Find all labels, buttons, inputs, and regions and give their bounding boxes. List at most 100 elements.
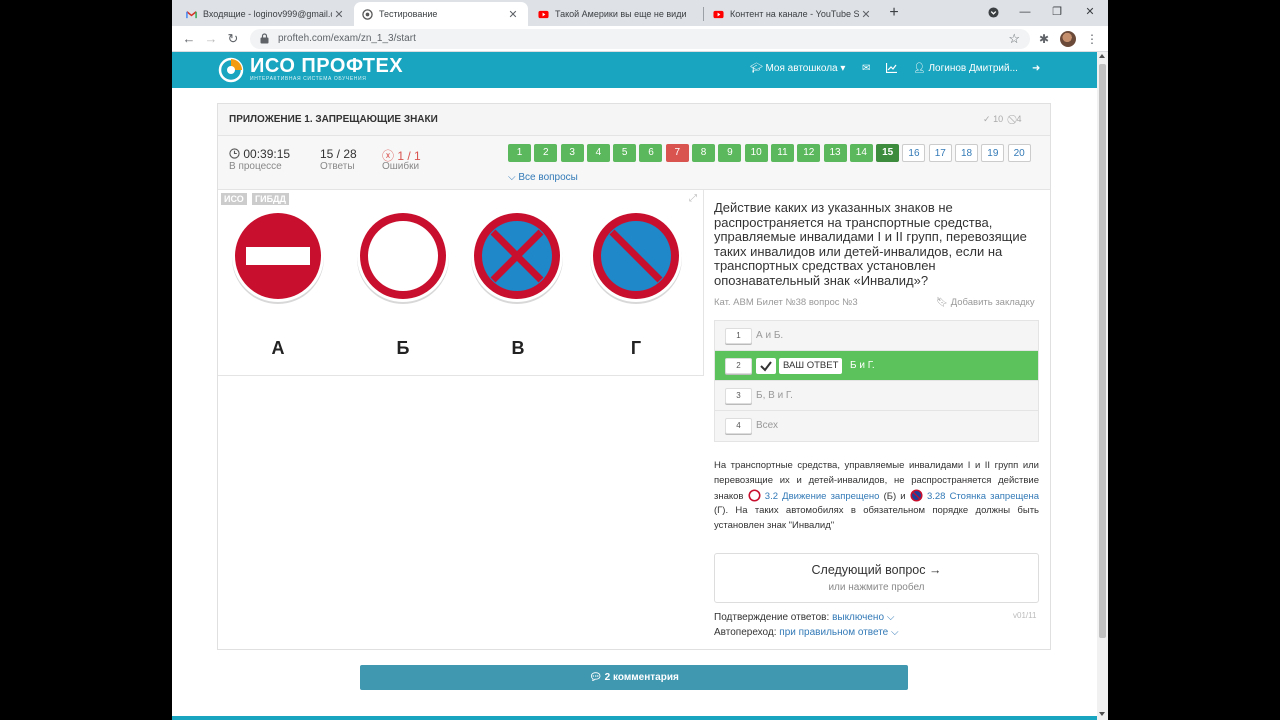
question-nav-3[interactable]: 3 xyxy=(560,144,584,162)
reload-icon[interactable]: ↻ xyxy=(224,30,242,48)
all-questions-label: Все вопросы xyxy=(518,172,578,183)
no-stopping-sign-icon xyxy=(471,210,563,304)
link-sign-3-28[interactable]: 3.28 Стоянка запрещена xyxy=(927,491,1039,502)
add-bookmark-link[interactable]: 🔖︎ Добавить закладку xyxy=(936,297,1035,308)
chevron-down-icon: ⌵ xyxy=(508,172,516,183)
youtube-icon xyxy=(713,10,724,18)
logout-icon[interactable]: ➜ xyxy=(1032,63,1040,74)
tab-testing[interactable]: Тестирование ✕ xyxy=(354,2,528,26)
extensions-icon[interactable]: ✱ xyxy=(1036,31,1052,47)
tab-label: Входящие - loginov999@gmail.c xyxy=(203,9,332,19)
question-nav-2[interactable]: 2 xyxy=(534,144,558,162)
auto-advance-setting: Автопереход: при правильном ответе ⌵ xyxy=(714,627,899,638)
question-nav-17[interactable]: 17 xyxy=(928,144,952,162)
question-nav-5[interactable]: 5 xyxy=(613,144,637,162)
question-nav-16[interactable]: 16 xyxy=(902,144,926,162)
logo-icon xyxy=(218,57,244,82)
header-correct-count: ✓ 10 xyxy=(983,114,1003,125)
scroll-up-arrow[interactable] xyxy=(1099,54,1105,58)
question-nav-12[interactable]: 12 xyxy=(797,144,821,162)
nav-my-school[interactable]: 🎓︎ Моя автошкола ▾ xyxy=(750,63,845,74)
answers-count: 15 / 28 xyxy=(320,147,357,161)
your-answer-badge: ВАШ ОТВЕТ xyxy=(779,358,843,374)
answer-option-selected[interactable]: 2 ВАШ ОТВЕТ Б и Г. xyxy=(715,351,1038,381)
comments-label: 2 комментария xyxy=(604,672,679,683)
back-arrow-icon[interactable]: ← xyxy=(180,30,198,48)
nav-my-school-label: Моя автошкола xyxy=(765,63,838,74)
exam-panel: ПРИЛОЖЕНИЕ 1. ЗАПРЕЩАЮЩИЕ ЗНАКИ ✓ 10 ⃠ 4… xyxy=(217,103,1051,650)
answer-number: 2 xyxy=(725,358,752,374)
question-image: ИСО ГИБДД ⤢ А Б В Г xyxy=(218,190,704,376)
question-nav-10[interactable]: 10 xyxy=(744,144,768,162)
minimize-icon[interactable]: — xyxy=(1010,3,1040,21)
gmail-icon xyxy=(186,10,197,18)
stats-chart-icon[interactable] xyxy=(885,63,897,76)
url-field[interactable]: profteh.com/exam/zn_1_3/start ☆ xyxy=(250,29,1030,49)
timer-label: В процессе xyxy=(229,161,282,172)
tab-gmail[interactable]: Входящие - loginov999@gmail.c ✕ xyxy=(178,2,354,26)
new-tab-button[interactable]: + xyxy=(884,3,904,23)
link-sign-3-2[interactable]: 3.2 Движение запрещено xyxy=(765,491,880,502)
chevron-down-icon: ⌵ xyxy=(891,627,899,638)
question-nav-4[interactable]: 4 xyxy=(586,144,610,162)
answer-option[interactable]: 4 Всех xyxy=(715,411,1038,441)
badge-iso: ИСО xyxy=(221,193,247,205)
question-nav-11[interactable]: 11 xyxy=(770,144,794,162)
tab-youtube-studio[interactable]: Контент на канале - YouTube St ✕ xyxy=(705,2,881,26)
lock-icon xyxy=(260,33,269,44)
scroll-down-arrow[interactable] xyxy=(1099,712,1105,716)
vertical-scrollbar[interactable] xyxy=(1097,52,1108,720)
auto-advance-value: при правильном ответе xyxy=(779,627,889,638)
answers-label: Ответы xyxy=(320,161,355,172)
auto-advance-toggle[interactable]: при правильном ответе ⌵ xyxy=(779,627,898,638)
comments-button[interactable]: 💬︎ 2 комментария xyxy=(360,665,908,690)
mail-icon[interactable]: ✉ xyxy=(862,63,870,74)
expand-icon[interactable]: ⤢ xyxy=(687,193,699,205)
scroll-thumb[interactable] xyxy=(1099,64,1106,638)
close-icon[interactable]: ✕ xyxy=(332,8,346,21)
question-nav-9[interactable]: 9 xyxy=(718,144,742,162)
answer-option[interactable]: 1 А и Б. xyxy=(715,321,1038,351)
profteh-icon xyxy=(362,8,373,20)
tab-youtube-video[interactable]: Такой Америки вы еще не види xyxy=(530,2,702,26)
address-bar: ← → ↻ profteh.com/exam/zn_1_3/start ☆ ✱ … xyxy=(172,26,1108,52)
logo-title: ИСО ПРОФТЕХ xyxy=(250,55,404,77)
next-question-button[interactable]: Следующий вопрос → или нажмите пробел xyxy=(714,553,1039,603)
no-entry-sign-icon xyxy=(232,210,324,304)
close-window-icon[interactable]: ✕ xyxy=(1075,3,1105,21)
no-vehicles-sign-icon xyxy=(357,210,449,304)
answer-option[interactable]: 3 Б, В и Г. xyxy=(715,381,1038,411)
menu-dots-icon[interactable]: ⋮ xyxy=(1084,31,1100,47)
answer-text: Б, В и Г. xyxy=(756,390,793,401)
question-nav-7[interactable]: 7 xyxy=(665,144,689,162)
header-wrong-value: 4 xyxy=(1016,114,1022,124)
question-nav-14[interactable]: 14 xyxy=(849,144,873,162)
question-nav-19[interactable]: 19 xyxy=(981,144,1005,162)
nav-user[interactable]: 👤︎ Логинов Дмитрий... xyxy=(913,63,1018,74)
confirm-setting-toggle[interactable]: выключено ⌵ xyxy=(832,612,894,623)
no-parking-sign-icon xyxy=(590,210,682,304)
site-logo[interactable]: ИСО ПРОФТЕХ ИНТЕРАКТИВНАЯ СИСТЕМА ОБУЧЕН… xyxy=(218,56,403,83)
question-nav-8[interactable]: 8 xyxy=(692,144,716,162)
tab-search-icon[interactable] xyxy=(978,3,1008,21)
all-questions-toggle[interactable]: ⌵ Все вопросы xyxy=(508,172,578,183)
question-nav-6[interactable]: 6 xyxy=(639,144,663,162)
question-nav-13[interactable]: 13 xyxy=(823,144,847,162)
question-nav-20[interactable]: 20 xyxy=(1007,144,1031,162)
bookmark-icon: 🔖︎ xyxy=(936,297,949,308)
question-nav-1[interactable]: 1 xyxy=(508,144,531,162)
question-nav-15[interactable]: 15 xyxy=(876,144,900,162)
answer-number: 3 xyxy=(725,388,752,404)
timer: 00:39:15 xyxy=(229,147,290,161)
avatar[interactable] xyxy=(1060,31,1076,47)
forward-arrow-icon[interactable]: → xyxy=(202,30,220,48)
clock-icon xyxy=(229,148,240,159)
restore-icon[interactable]: ❐ xyxy=(1042,3,1072,21)
close-icon[interactable]: ✕ xyxy=(506,8,520,21)
close-icon[interactable]: ✕ xyxy=(859,8,873,21)
bookmark-star-icon[interactable]: ☆ xyxy=(1008,31,1020,47)
auto-advance-label: Автопереход: xyxy=(714,627,777,638)
question-nav-18[interactable]: 18 xyxy=(955,144,979,162)
logo-subtitle: ИНТЕРАКТИВНАЯ СИСТЕМА ОБУЧЕНИЯ xyxy=(250,76,367,82)
caret-down-icon: ▾ xyxy=(840,63,846,74)
